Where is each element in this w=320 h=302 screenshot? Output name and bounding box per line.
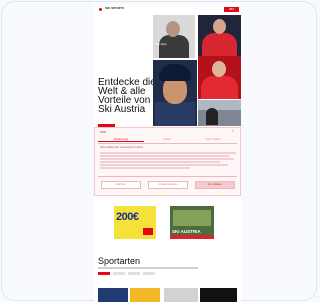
- tab-details[interactable]: Details: [144, 137, 190, 142]
- consent-tabs: Zustimmung Details Über Cookies: [98, 137, 236, 142]
- allow-all-button[interactable]: Alle zulassen: [195, 181, 235, 189]
- athlete-face: [213, 19, 226, 34]
- promo-band: [170, 235, 214, 239]
- sport-card[interactable]: [130, 288, 160, 302]
- helmet-icon: [159, 64, 191, 81]
- section-title: Sportarten: [98, 256, 141, 266]
- athlete-photo: [206, 108, 218, 125]
- filter-chip[interactable]: [113, 272, 125, 275]
- athlete-tile-3[interactable]: [153, 60, 197, 126]
- sport-card[interactable]: [164, 288, 198, 302]
- filter-chip[interactable]: [98, 272, 110, 275]
- sport-cards: [94, 288, 241, 302]
- tab-consent[interactable]: Zustimmung: [98, 137, 144, 142]
- promo-card-austria[interactable]: SKI AUSTRIA: [170, 206, 214, 239]
- consent-text-line: [100, 161, 220, 163]
- cookie-consent-dialog[interactable]: ✕ Zustimmung Details Über Cookies Diese …: [94, 127, 241, 196]
- filter-chip[interactable]: [143, 272, 155, 275]
- athlete-face: [212, 61, 226, 77]
- athlete-face: [166, 21, 180, 37]
- athlete-tile-5[interactable]: [198, 100, 241, 126]
- promo-badge: [143, 228, 153, 235]
- mobile-page-preview[interactable]: SKI SPORTS ABO Entdecke die Welt & alle …: [94, 4, 241, 302]
- consent-text-line: [100, 155, 230, 157]
- athlete-photo: [155, 102, 195, 126]
- athlete-photo: [159, 35, 189, 58]
- athlete-photo: [202, 33, 237, 56]
- consent-text-line: [100, 152, 236, 154]
- tab-about-cookies[interactable]: Über Cookies: [190, 137, 236, 142]
- sport-card[interactable]: [98, 288, 128, 302]
- consent-logo-icon: [100, 131, 106, 133]
- divider: [98, 143, 237, 144]
- top-bar: SKI SPORTS ABO: [94, 4, 241, 15]
- promo-image: [173, 210, 211, 226]
- promo-value: 200€: [116, 211, 139, 223]
- reject-button[interactable]: Ablehnen: [101, 181, 141, 189]
- promo-card-voucher[interactable]: 200€: [114, 206, 156, 239]
- subscribe-button[interactable]: ABO: [224, 7, 239, 12]
- consent-heading: Diese Webseite verwendet Cookies: [100, 146, 144, 149]
- sport-card[interactable]: [200, 288, 237, 302]
- brand-logo-text[interactable]: SKI SPORTS: [105, 6, 124, 10]
- section-subtitle-line: [98, 267, 198, 269]
- consent-text-line: [100, 158, 234, 160]
- consent-text-line: [100, 167, 190, 169]
- promo-row: 200€ SKI AUSTRIA: [94, 196, 241, 246]
- promo-label: SKI AUSTRIA: [172, 229, 201, 234]
- brand-logo-icon: [99, 8, 102, 11]
- consent-text-line: [100, 164, 228, 166]
- athlete-tile-1[interactable]: Ski Alpin: [153, 15, 195, 58]
- divider: [98, 176, 237, 177]
- sport-filter-row: [98, 272, 155, 276]
- hero-title: Entdecke die Welt & alle Vorteile von Sk…: [98, 77, 156, 115]
- allow-selection-button[interactable]: Auswahl erlauben: [148, 181, 188, 189]
- close-icon[interactable]: ✕: [231, 129, 234, 133]
- athlete-tile-caption: Ski Alpin: [156, 42, 167, 46]
- mountain-backdrop: [198, 100, 241, 110]
- athlete-tile-2[interactable]: [198, 15, 241, 56]
- filter-chip[interactable]: [128, 272, 140, 275]
- athlete-photo: [201, 76, 238, 99]
- athlete-tile-4[interactable]: [198, 56, 241, 99]
